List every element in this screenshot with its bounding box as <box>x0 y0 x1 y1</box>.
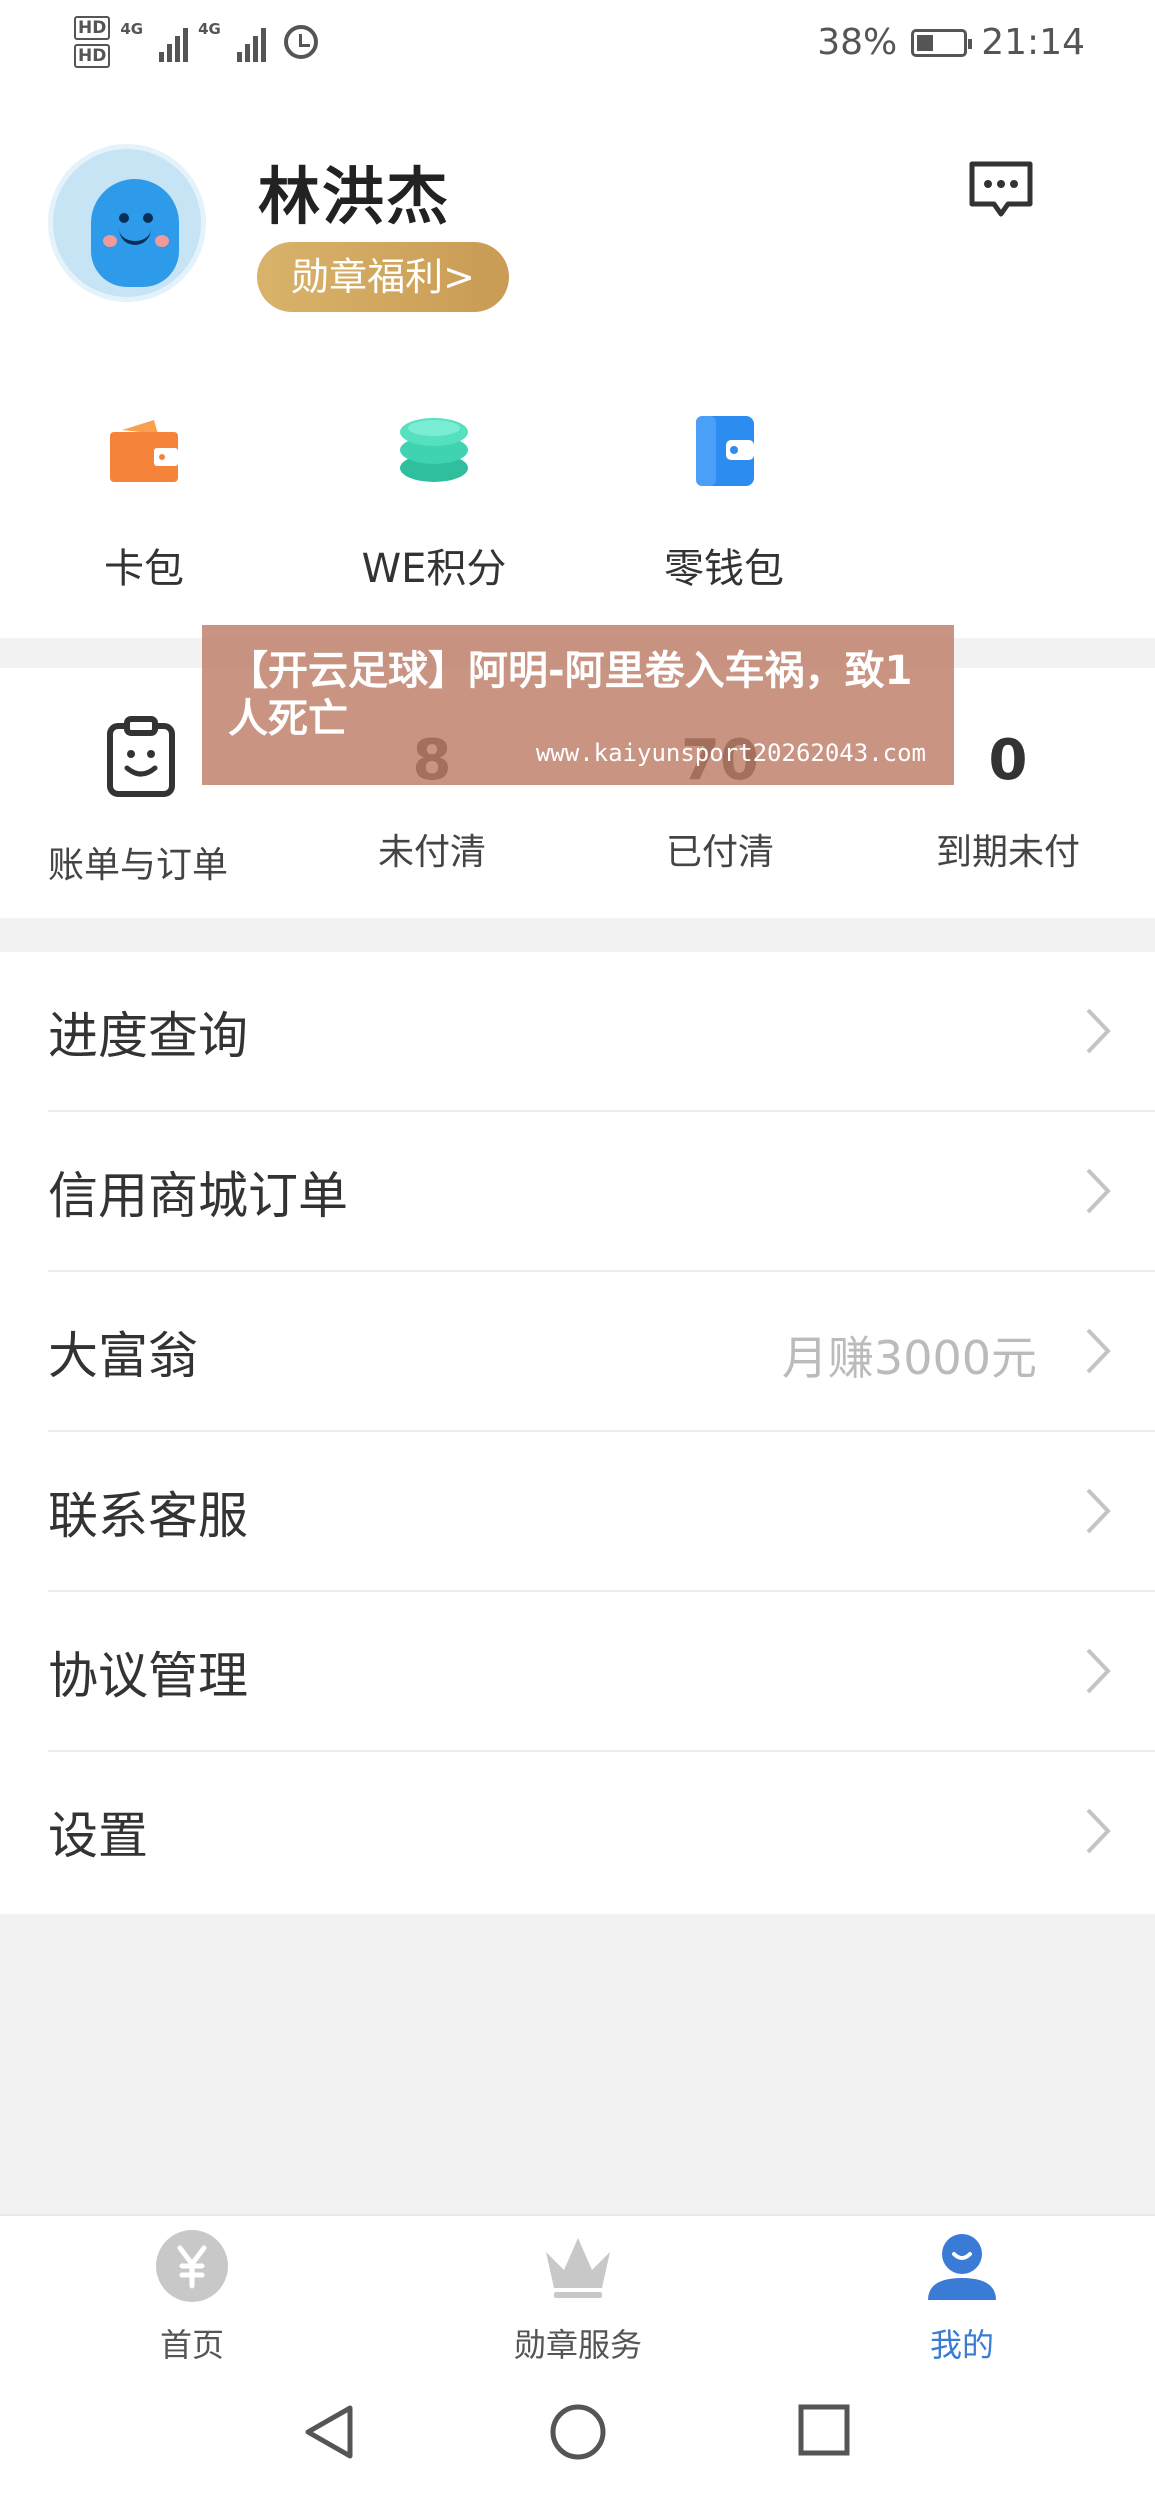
user-icon <box>928 2234 996 2300</box>
back-icon[interactable] <box>300 2402 356 2462</box>
wallet-icon <box>110 420 178 482</box>
bottom-tab-bar: 首页 勋章服务 我的 <box>0 2214 1155 2366</box>
chevron-right-icon <box>1086 1168 1111 1214</box>
we-points-button[interactable]: WE积分 <box>324 410 544 594</box>
change-wallet-label: 零钱包 <box>664 546 784 592</box>
tab-label: 勋章服务 <box>513 2326 642 2364</box>
menu-item-label: 设置 <box>48 1807 148 1865</box>
menu-item-label: 联系客服 <box>48 1487 248 1545</box>
home-circle-icon[interactable] <box>548 2402 608 2462</box>
signal-icon <box>236 22 266 62</box>
username: 林洪杰 <box>258 160 451 233</box>
recents-square-icon[interactable] <box>796 2402 852 2458</box>
menu-item-customer-service[interactable]: 联系客服 <box>0 1432 1155 1592</box>
banner-url: www.kaiyunsport20262043.com <box>535 739 926 767</box>
system-nav-bar <box>0 2366 1155 2503</box>
status-bar: HD HD 4G 4G 38% 21:14 <box>0 0 1155 100</box>
avatar[interactable] <box>48 144 206 302</box>
chevron-right-icon <box>1086 1008 1111 1054</box>
menu-list: 进度查询 信用商城订单 大富翁 月赚3000元 联系客服 协议管理 设置 <box>0 952 1155 1914</box>
overdue-label: 到期未付 <box>935 832 1080 873</box>
crown-icon <box>546 2238 610 2298</box>
tab-label: 我的 <box>929 2326 994 2364</box>
sim2-hd-badge: HD <box>74 44 111 68</box>
menu-item-mall-orders[interactable]: 信用商城订单 <box>0 1112 1155 1272</box>
menu-item-label: 信用商城订单 <box>48 1167 348 1225</box>
battery-percent: 38% <box>817 22 898 63</box>
unpaid-label: 未付清 <box>377 832 486 873</box>
tab-label: 首页 <box>159 2326 224 2364</box>
tab-badge-services[interactable]: 勋章服务 <box>458 2228 698 2366</box>
we-points-label: WE积分 <box>361 546 507 592</box>
clipboard-smile-icon <box>107 716 175 797</box>
overlay-banner[interactable]: 【开云足球】阿明-阿里卷入车祸，致1人死亡 www.kaiyunsport202… <box>202 625 954 785</box>
message-icon[interactable] <box>966 158 1036 222</box>
menu-item-agreements[interactable]: 协议管理 <box>0 1592 1155 1752</box>
menu-item-label: 大富翁 <box>48 1327 198 1385</box>
menu-item-label: 协议管理 <box>48 1647 248 1705</box>
purse-icon <box>696 416 754 486</box>
yen-icon <box>156 2230 228 2302</box>
network-type-2: 4G <box>198 20 221 38</box>
alarm-icon <box>283 25 318 59</box>
chevron-right-icon <box>1086 1648 1111 1694</box>
clock: 21:14 <box>981 22 1085 63</box>
signal-icon <box>159 22 189 62</box>
sim1-hd-badge: HD <box>74 16 111 40</box>
menu-item-settings[interactable]: 设置 <box>0 1752 1155 1912</box>
tab-home[interactable]: 首页 <box>72 2228 312 2366</box>
profile-header: 林洪杰 勋章福利> 卡包 WE积分 零钱包 <box>0 100 1155 638</box>
badge-benefits-button[interactable]: 勋章福利> <box>257 242 509 312</box>
menu-item-label: 进度查询 <box>48 1007 248 1065</box>
card-wallet-button[interactable]: 卡包 <box>34 410 254 594</box>
change-wallet-button[interactable]: 零钱包 <box>614 410 834 594</box>
card-wallet-label: 卡包 <box>104 546 184 592</box>
menu-item-promo-text: 月赚3000元 <box>781 1331 1037 1385</box>
network-type-1: 4G <box>120 20 144 38</box>
paid-label: 已付清 <box>665 832 774 873</box>
menu-item-progress[interactable]: 进度查询 <box>0 952 1155 1112</box>
battery-icon <box>911 28 973 57</box>
coins-icon <box>400 418 468 482</box>
tab-mine[interactable]: 我的 <box>842 2228 1082 2366</box>
bills-and-orders-label: 账单与订单 <box>48 845 229 886</box>
chevron-right-icon <box>1086 1328 1111 1374</box>
menu-item-monopoly[interactable]: 大富翁 月赚3000元 <box>0 1272 1155 1432</box>
chevron-right-icon <box>1086 1488 1111 1534</box>
chevron-right-icon <box>1086 1808 1111 1854</box>
banner-title: 【开云足球】阿明-阿里卷入车祸，致1人死亡 <box>228 648 913 742</box>
